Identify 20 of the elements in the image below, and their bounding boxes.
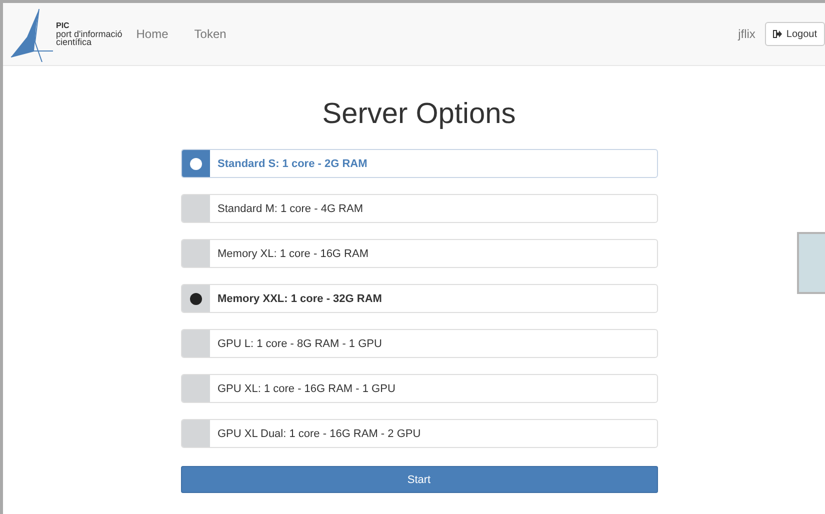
server-option[interactable]: Standard M: 1 core - 4G RAM <box>180 194 658 223</box>
logout-button[interactable]: Logout <box>765 22 825 46</box>
nav-link[interactable]: Home <box>136 27 168 41</box>
start-button[interactable]: Start <box>180 466 658 493</box>
brand-name: científica <box>56 38 92 46</box>
server-option[interactable]: Memory XL: 1 core - 16G RAM <box>180 239 658 268</box>
page-title: Server Options <box>322 98 516 131</box>
radio-dot <box>190 292 202 304</box>
brand-abbreviation: PIC <box>56 22 70 30</box>
server-option[interactable]: Memory XXL: 1 core - 32G RAM <box>180 284 658 313</box>
server-option[interactable]: GPU L: 1 core - 8G RAM - 1 GPU <box>180 329 658 358</box>
server-option[interactable]: GPU XL: 1 core - 16G RAM - 1 GPU <box>180 374 658 403</box>
server-option[interactable]: Standard S: 1 core - 2G RAM <box>180 149 658 178</box>
username: jflix <box>738 27 756 41</box>
logo-icon <box>9 6 54 62</box>
sign-out-icon <box>773 30 782 38</box>
server-option[interactable]: GPU XL Dual: 1 core - 16G RAM - 2 GPU <box>180 419 658 448</box>
radio-dot <box>190 158 202 170</box>
nav-link[interactable]: Token <box>194 27 226 41</box>
brand-name: port d'informació <box>56 30 122 38</box>
